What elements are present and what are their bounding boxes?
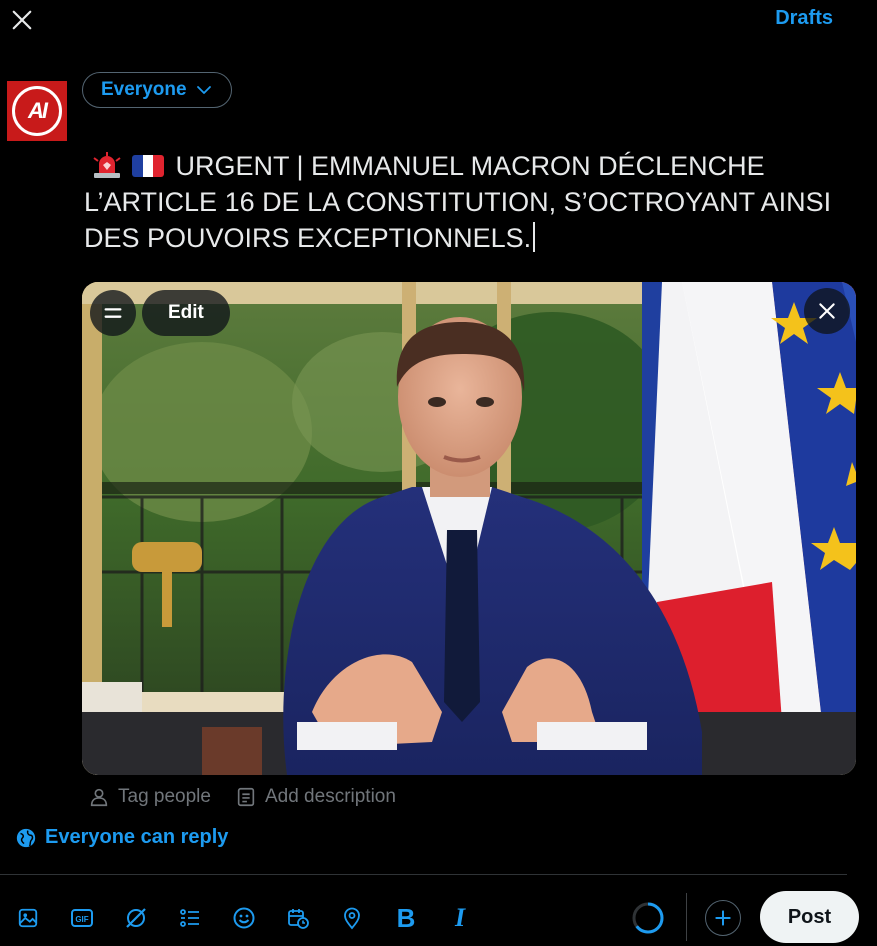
chevron-down-icon <box>196 86 211 94</box>
add-post-button[interactable] <box>705 900 741 936</box>
italic-button[interactable]: I <box>442 900 478 936</box>
media-button[interactable] <box>10 900 46 936</box>
globe-icon <box>16 828 36 847</box>
equals-icon <box>104 308 122 318</box>
divider <box>0 874 847 875</box>
character-counter <box>632 902 664 934</box>
grok-button[interactable] <box>118 900 154 936</box>
gif-icon: GIF <box>71 909 93 927</box>
description-icon <box>237 787 255 807</box>
tag-people-label: Tag people <box>118 786 211 807</box>
schedule-button[interactable] <box>280 900 316 936</box>
compose-textbox[interactable]: URGENT | EMMANUEL MACRON DÉCLENCHE L’ART… <box>84 148 844 256</box>
reply-setting-button[interactable]: Everyone can reply <box>15 826 228 849</box>
italic-icon: I <box>454 903 466 932</box>
avatar-logo: AI <box>12 86 62 136</box>
police-car-light-emoji <box>93 152 121 178</box>
drafts-button[interactable]: Drafts <box>775 7 833 30</box>
toolbar-separator <box>686 893 687 941</box>
poll-button[interactable] <box>172 900 208 936</box>
image-icon <box>18 908 38 928</box>
tag-people-button[interactable]: Tag people <box>88 786 211 808</box>
post-button[interactable]: Post <box>760 891 859 943</box>
poll-icon <box>180 909 199 927</box>
flag-france-emoji <box>132 155 164 177</box>
close-icon <box>819 303 835 319</box>
media-options-button[interactable] <box>90 290 136 336</box>
svg-text:GIF: GIF <box>75 915 88 924</box>
media-actions: Tag people Add description <box>88 786 396 808</box>
add-description-button[interactable]: Add description <box>235 786 396 808</box>
plus-icon <box>715 910 731 926</box>
media-image <box>82 282 856 775</box>
bold-icon: B <box>396 902 416 933</box>
add-description-label: Add description <box>264 786 396 807</box>
compose-text: URGENT | EMMANUEL MACRON DÉCLENCHE L’ART… <box>84 151 832 253</box>
emoji-icon <box>233 907 255 929</box>
close-icon <box>12 10 32 30</box>
text-caret <box>533 222 536 252</box>
compose-toolbar: GIF B I <box>10 900 478 936</box>
audience-selector[interactable]: Everyone <box>82 72 232 108</box>
audience-label: Everyone <box>101 79 187 100</box>
schedule-icon <box>288 909 309 929</box>
location-icon <box>344 907 360 930</box>
close-button[interactable] <box>6 4 38 36</box>
person-icon <box>90 788 108 807</box>
bold-button[interactable]: B <box>388 900 424 936</box>
location-button[interactable] <box>334 900 370 936</box>
avatar[interactable]: AI <box>7 81 67 141</box>
media-remove-button[interactable] <box>804 288 850 334</box>
grok-icon <box>126 908 146 928</box>
reply-setting-label: Everyone can reply <box>45 826 229 848</box>
media-attachment[interactable]: Edit <box>82 282 856 775</box>
media-edit-button[interactable]: Edit <box>142 290 230 336</box>
gif-button[interactable]: GIF <box>64 900 100 936</box>
emoji-button[interactable] <box>226 900 262 936</box>
